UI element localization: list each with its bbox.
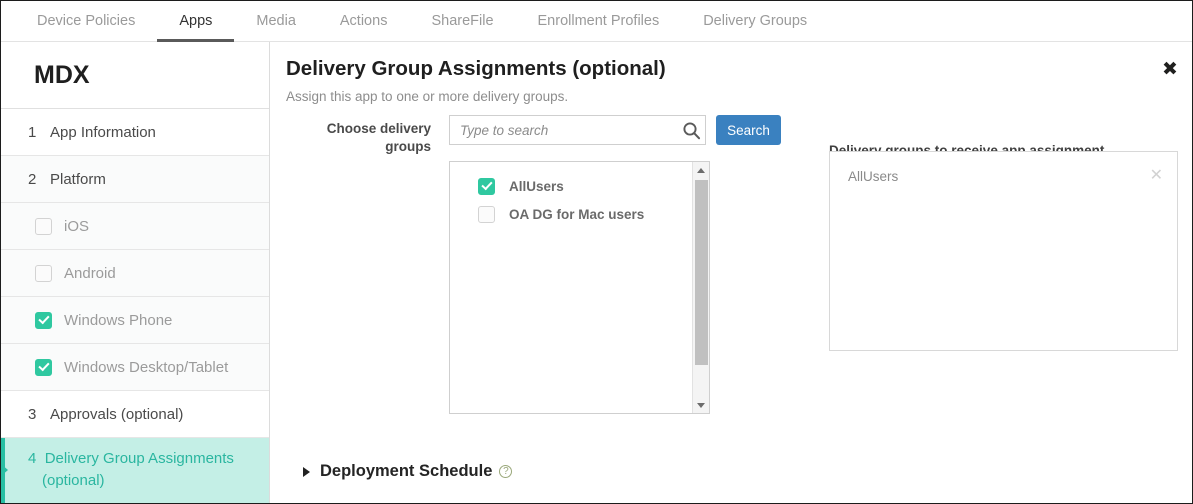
- sidebar-item-windows-phone[interactable]: Windows Phone: [1, 297, 269, 344]
- sidebar-title: MDX: [1, 42, 269, 109]
- main-panel: ✖ Delivery Group Assignments (optional) …: [271, 42, 1193, 504]
- checkbox-checked-icon[interactable]: [35, 359, 52, 376]
- tab-label: ShareFile: [431, 13, 493, 29]
- help-icon[interactable]: ?: [499, 465, 512, 478]
- sidebar-item-label: Windows Phone: [64, 312, 172, 329]
- search-input[interactable]: [450, 123, 677, 138]
- listbox-scrollbar[interactable]: [692, 162, 709, 413]
- checkbox-unchecked-icon[interactable]: [35, 265, 52, 282]
- remove-icon[interactable]: ✕: [1150, 165, 1163, 185]
- sidebar-item-label: iOS: [64, 218, 89, 235]
- choose-delivery-groups-label: Choose delivery groups: [293, 120, 431, 156]
- scrollbar-thumb[interactable]: [695, 180, 708, 365]
- chevron-right-icon: [303, 467, 310, 477]
- list-item-label: AllUsers: [509, 179, 564, 194]
- sidebar-item-label: Windows Desktop/Tablet: [64, 359, 228, 376]
- sidebar-item-approvals[interactable]: 3 Approvals (optional): [1, 391, 269, 438]
- scroll-up-icon[interactable]: [693, 162, 709, 178]
- step-number: 2: [28, 171, 42, 188]
- scroll-down-icon[interactable]: [693, 397, 709, 413]
- available-delivery-groups-listbox: AllUsers OA DG for Mac users: [449, 161, 710, 414]
- tab-delivery-groups[interactable]: Delivery Groups: [681, 1, 829, 41]
- tab-sharefile[interactable]: ShareFile: [409, 1, 515, 41]
- page-subtitle: Assign this app to one or more delivery …: [286, 89, 568, 104]
- sidebar-item-label: App Information: [50, 124, 156, 141]
- app-window: Device Policies Apps Media Actions Share…: [0, 0, 1193, 504]
- list-item-label: OA DG for Mac users: [509, 207, 644, 222]
- sidebar-item-label: 4 Delivery Group Assignments (optional): [28, 448, 269, 492]
- sidebar-item-label: Android: [64, 265, 116, 282]
- checkbox-unchecked-icon[interactable]: [478, 206, 495, 223]
- available-groups-list: AllUsers OA DG for Mac users: [450, 162, 709, 228]
- deployment-schedule-label: Deployment Schedule: [320, 462, 492, 481]
- tab-label: Actions: [340, 13, 388, 29]
- tab-label: Apps: [179, 13, 212, 29]
- sidebar-item-platform[interactable]: 2 Platform: [1, 156, 269, 203]
- step-number: 1: [28, 124, 42, 141]
- search-icon[interactable]: [677, 116, 705, 144]
- tab-label: Media: [256, 13, 296, 29]
- tab-label: Delivery Groups: [703, 13, 807, 29]
- sidebar-item-label: Approvals (optional): [50, 406, 183, 423]
- list-item[interactable]: OA DG for Mac users: [478, 200, 709, 228]
- page-title: Delivery Group Assignments (optional): [286, 57, 666, 81]
- assigned-groups-box: AllUsers ✕: [829, 151, 1178, 351]
- sidebar-item-windows-desktop-tablet[interactable]: Windows Desktop/Tablet: [1, 344, 269, 391]
- assigned-group-item[interactable]: AllUsers ✕: [848, 165, 1163, 187]
- search-field-wrapper: [449, 115, 706, 145]
- tab-apps[interactable]: Apps: [157, 1, 234, 41]
- tab-enrollment-profiles[interactable]: Enrollment Profiles: [516, 1, 682, 41]
- sidebar-item-delivery-group-assignments[interactable]: 4 Delivery Group Assignments (optional): [1, 438, 269, 504]
- step-number: 4: [28, 450, 36, 467]
- tab-actions[interactable]: Actions: [318, 1, 410, 41]
- search-button[interactable]: Search: [716, 115, 781, 145]
- sidebar-item-app-information[interactable]: 1 App Information: [1, 109, 269, 156]
- tab-device-policies[interactable]: Device Policies: [15, 1, 157, 41]
- deployment-schedule-accordion[interactable]: Deployment Schedule ?: [303, 462, 512, 481]
- list-item[interactable]: AllUsers: [478, 172, 709, 200]
- sidebar-item-label: Platform: [50, 171, 106, 188]
- checkbox-checked-icon[interactable]: [478, 178, 495, 195]
- sidebar-item-ios[interactable]: iOS: [1, 203, 269, 250]
- tab-label: Enrollment Profiles: [538, 13, 660, 29]
- close-icon[interactable]: ✖: [1159, 58, 1181, 80]
- sidebar-item-android[interactable]: Android: [1, 250, 269, 297]
- checkbox-checked-icon[interactable]: [35, 312, 52, 329]
- sidebar-item-text: Delivery Group Assignments (optional): [42, 450, 234, 489]
- wizard-sidebar: MDX 1 App Information 2 Platform iOS And…: [1, 42, 270, 504]
- tab-media[interactable]: Media: [234, 1, 318, 41]
- top-tab-bar: Device Policies Apps Media Actions Share…: [1, 1, 1193, 42]
- step-number: 3: [28, 406, 42, 423]
- checkbox-unchecked-icon[interactable]: [35, 218, 52, 235]
- tab-label: Device Policies: [37, 13, 135, 29]
- assigned-group-label: AllUsers: [848, 169, 898, 184]
